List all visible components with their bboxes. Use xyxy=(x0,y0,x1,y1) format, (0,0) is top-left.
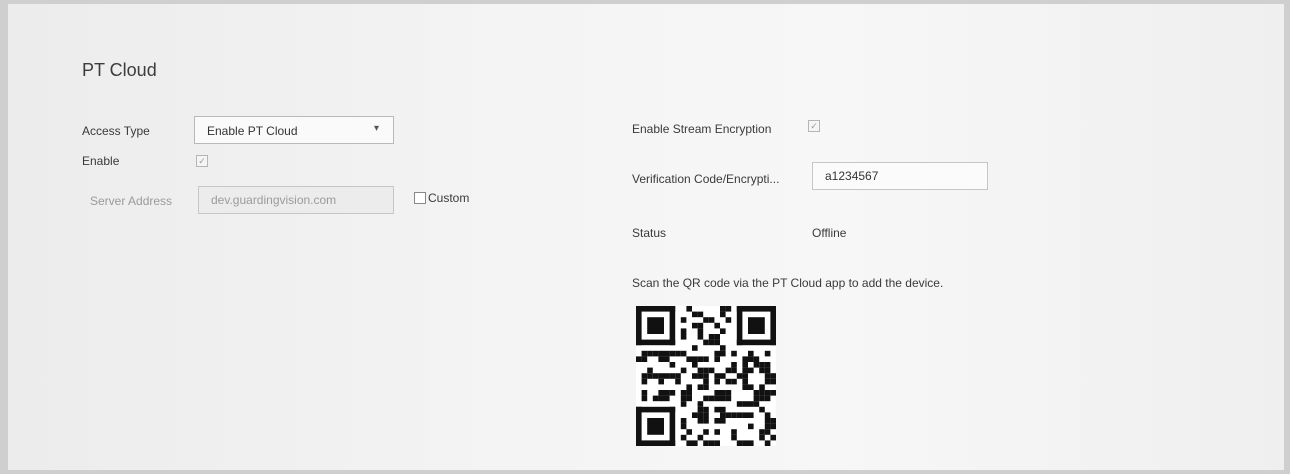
status-label: Status xyxy=(632,226,667,240)
server-address-input[interactable]: dev.guardingvision.com xyxy=(198,186,394,214)
access-type-select[interactable]: Enable PT Cloud ▾ xyxy=(194,116,394,144)
stream-encryption-label: Enable Stream Encryption xyxy=(632,122,772,136)
status-value: Offline xyxy=(812,226,847,240)
qr-hint-text: Scan the QR code via the PT Cloud app to… xyxy=(632,276,944,290)
checkmark-icon: ✓ xyxy=(810,121,818,131)
stream-encryption-checkbox[interactable]: ✓ xyxy=(808,120,820,132)
verification-code-label: Verification Code/Encrypti... xyxy=(632,172,780,186)
verification-code-input[interactable]: a1234567 xyxy=(812,162,988,190)
enable-checkbox[interactable]: ✓ xyxy=(196,155,208,167)
custom-label: Custom xyxy=(428,191,470,205)
page-title: PT Cloud xyxy=(82,60,157,80)
server-address-label: Server Address xyxy=(90,194,173,208)
access-type-value: Enable PT Cloud xyxy=(207,124,298,138)
checkmark-icon: ✓ xyxy=(198,156,206,166)
device-qr-code xyxy=(636,306,776,446)
enable-label: Enable xyxy=(82,154,120,168)
chevron-down-icon: ▾ xyxy=(373,123,379,134)
access-type-label: Access Type xyxy=(82,124,150,138)
custom-checkbox[interactable] xyxy=(414,192,426,204)
qr-code-graphic xyxy=(636,306,776,446)
pt-cloud-settings-screen: PT Cloud Access Type Enable PT Cloud ▾ E… xyxy=(8,4,1284,470)
